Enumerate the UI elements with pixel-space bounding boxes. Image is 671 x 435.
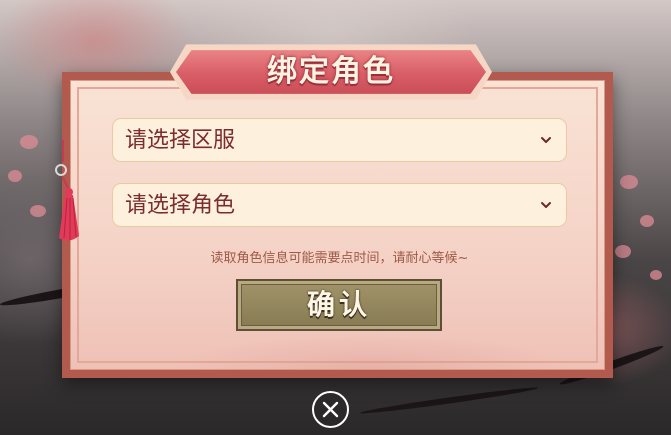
- dialog-title: 绑定角色: [267, 54, 395, 89]
- ink-stroke: [359, 384, 539, 416]
- blossom: [30, 205, 46, 217]
- blossom: [8, 170, 22, 182]
- role-select[interactable]: 请选择角色: [112, 183, 567, 227]
- confirm-button[interactable]: 确认: [236, 279, 442, 331]
- blossom: [650, 270, 662, 280]
- tassel-ornament: [55, 140, 79, 241]
- server-select-placeholder: 请选择区服: [125, 128, 236, 153]
- confirm-button-label: 确认: [306, 288, 371, 321]
- chevron-down-icon: [541, 202, 551, 208]
- blossom: [20, 135, 38, 149]
- role-select-placeholder: 请选择角色: [125, 193, 236, 218]
- close-button[interactable]: [312, 391, 349, 428]
- blossom: [640, 215, 654, 227]
- blossom: [620, 175, 638, 189]
- loading-hint: 读取角色信息可能需要点时间，请耐心等候~: [210, 251, 469, 266]
- close-icon: [322, 401, 339, 418]
- chevron-down-icon: [541, 137, 551, 143]
- server-select[interactable]: 请选择区服: [112, 118, 567, 162]
- blossom: [615, 245, 631, 258]
